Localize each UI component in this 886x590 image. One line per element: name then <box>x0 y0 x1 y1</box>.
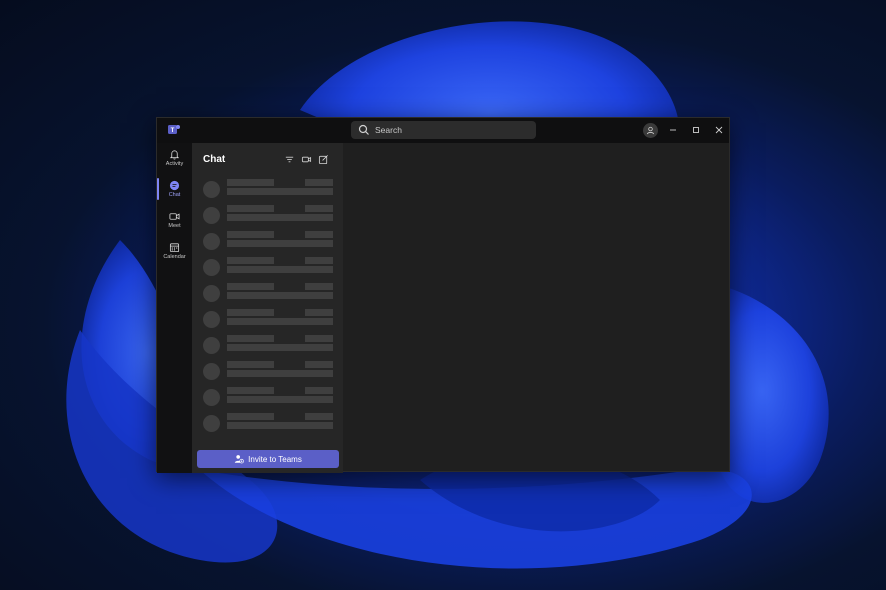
avatar-placeholder <box>203 181 220 198</box>
rail-item-activity[interactable]: Activity <box>157 146 192 174</box>
search-placeholder: Search <box>375 125 402 135</box>
app-rail: Activity Chat Meet Calendar <box>157 143 192 473</box>
new-chat-icon[interactable] <box>318 154 329 165</box>
avatar-placeholder <box>203 337 220 354</box>
message-preview-placeholder <box>227 344 333 351</box>
name-placeholder <box>227 231 274 238</box>
avatar-placeholder <box>203 207 220 224</box>
time-placeholder <box>305 205 333 212</box>
svg-text:T: T <box>171 128 175 134</box>
time-placeholder <box>305 257 333 264</box>
chat-list-item-placeholder[interactable] <box>192 179 343 205</box>
video-icon <box>169 213 180 220</box>
name-placeholder <box>227 257 274 264</box>
message-preview-placeholder <box>227 370 333 377</box>
chat-icon <box>169 180 180 191</box>
close-icon <box>715 126 723 134</box>
name-placeholder <box>227 413 274 420</box>
message-preview-placeholder <box>227 292 333 299</box>
message-preview-placeholder <box>227 188 333 195</box>
message-preview-placeholder <box>227 266 333 273</box>
person-icon <box>646 126 655 135</box>
name-placeholder <box>227 179 274 186</box>
chat-panel-title: Chat <box>203 154 226 165</box>
time-placeholder <box>305 309 333 316</box>
chat-list-item-placeholder[interactable] <box>192 309 343 335</box>
chat-list-item-placeholder[interactable] <box>192 205 343 231</box>
time-placeholder <box>305 387 333 394</box>
teams-window: T Search Activity Chat Meet Calendar Cha… <box>156 117 730 473</box>
bell-icon <box>169 150 180 160</box>
profile-avatar[interactable] <box>643 123 658 138</box>
time-placeholder <box>305 283 333 290</box>
chat-list-item-placeholder[interactable] <box>192 231 343 257</box>
time-placeholder <box>305 335 333 342</box>
name-placeholder <box>227 361 274 368</box>
time-placeholder <box>305 231 333 238</box>
chat-list-item-placeholder[interactable] <box>192 257 343 283</box>
rail-item-chat[interactable]: Chat <box>157 177 192 205</box>
time-placeholder <box>305 361 333 368</box>
chat-list-item-placeholder[interactable] <box>192 361 343 387</box>
search-icon <box>358 124 369 135</box>
invite-button-label: Invite to Teams <box>248 454 302 464</box>
rail-label-activity: Activity <box>165 161 184 167</box>
close-button[interactable] <box>712 123 726 137</box>
chat-panel: Chat Invite to Teams <box>192 143 343 473</box>
meet-now-icon[interactable] <box>301 154 312 165</box>
avatar-placeholder <box>203 285 220 302</box>
name-placeholder <box>227 205 274 212</box>
avatar-placeholder <box>203 233 220 250</box>
chat-list-item-placeholder[interactable] <box>192 413 343 439</box>
search-box[interactable]: Search <box>351 121 536 139</box>
message-preview-placeholder <box>227 318 333 325</box>
teams-logo-icon: T <box>168 125 180 134</box>
main-content-area <box>343 143 729 471</box>
name-placeholder <box>227 283 274 290</box>
minimize-button[interactable] <box>666 123 680 137</box>
rail-item-meet[interactable]: Meet <box>157 208 192 236</box>
name-placeholder <box>227 309 274 316</box>
rail-label-meet: Meet <box>168 223 181 229</box>
maximize-icon <box>693 127 699 133</box>
message-preview-placeholder <box>227 422 333 429</box>
avatar-placeholder <box>203 389 220 406</box>
invite-to-teams-button[interactable]: Invite to Teams <box>197 450 339 468</box>
title-bar: T Search <box>157 118 729 143</box>
avatar-placeholder <box>203 259 220 276</box>
time-placeholder <box>305 413 333 420</box>
minimize-icon <box>670 129 676 131</box>
avatar-placeholder <box>203 363 220 380</box>
add-person-icon <box>235 455 245 464</box>
message-preview-placeholder <box>227 240 333 247</box>
chat-list-item-placeholder[interactable] <box>192 387 343 413</box>
filter-icon[interactable] <box>284 154 295 165</box>
chat-list <box>192 179 343 439</box>
maximize-button[interactable] <box>689 123 703 137</box>
rail-item-calendar[interactable]: Calendar <box>157 239 192 267</box>
avatar-placeholder <box>203 311 220 328</box>
name-placeholder <box>227 387 274 394</box>
chat-list-item-placeholder[interactable] <box>192 283 343 309</box>
avatar-placeholder <box>203 415 220 432</box>
rail-label-calendar: Calendar <box>163 254 186 260</box>
calendar-icon <box>169 243 180 253</box>
name-placeholder <box>227 335 274 342</box>
time-placeholder <box>305 179 333 186</box>
chat-list-item-placeholder[interactable] <box>192 335 343 361</box>
message-preview-placeholder <box>227 214 333 221</box>
rail-label-chat: Chat <box>168 192 181 198</box>
message-preview-placeholder <box>227 396 333 403</box>
